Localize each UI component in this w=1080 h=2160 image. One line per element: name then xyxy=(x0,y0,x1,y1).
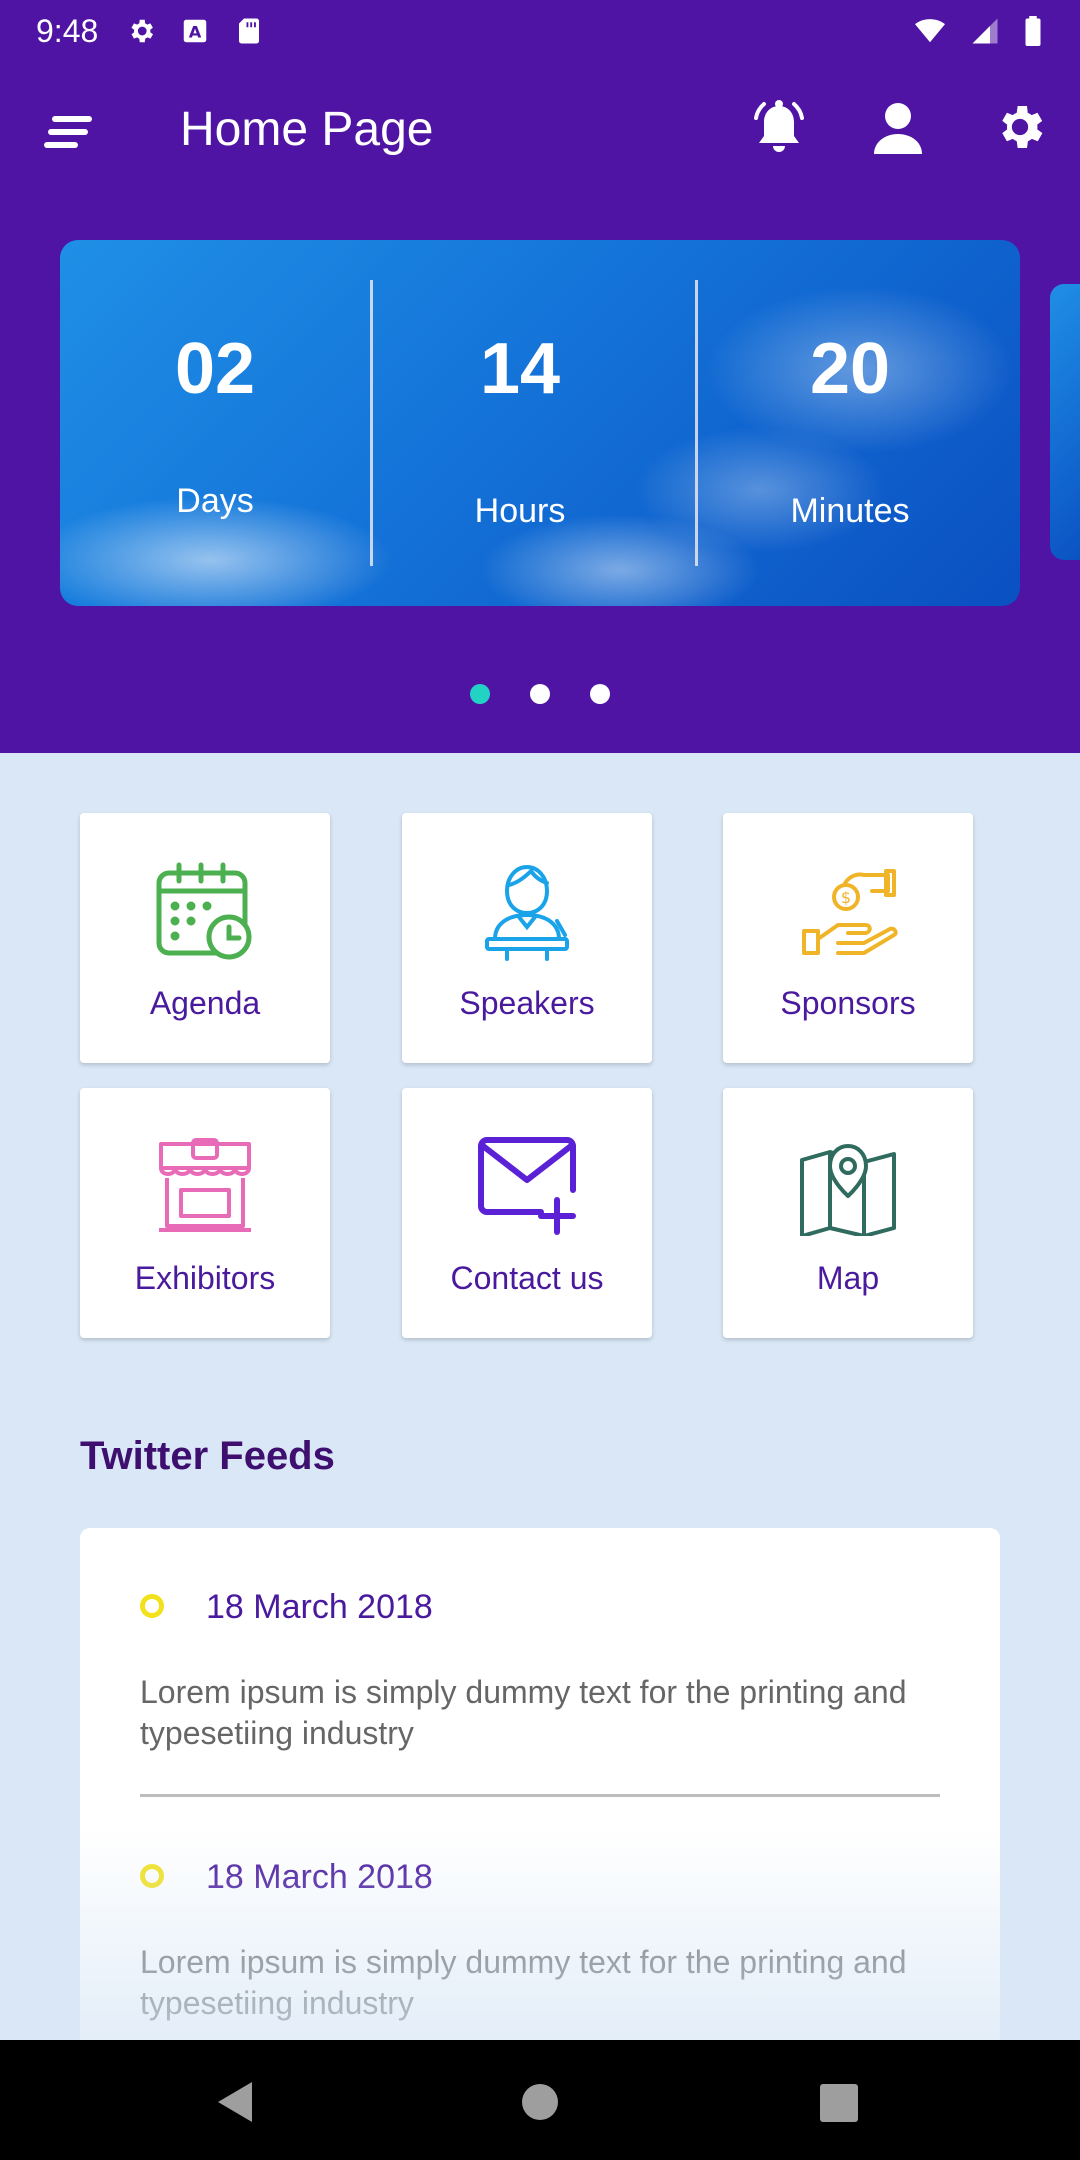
sd-card-status-icon xyxy=(239,18,260,44)
countdown-hours: 14 Hours xyxy=(385,240,655,606)
booth-icon xyxy=(159,1138,251,1232)
svg-text:$: $ xyxy=(841,888,851,907)
carousel-dot[interactable] xyxy=(590,684,610,704)
tile-label: Agenda xyxy=(149,985,261,1021)
feed-text: Lorem ipsum is simply dummy text for the… xyxy=(140,1944,907,2021)
home-icon[interactable] xyxy=(522,2084,558,2120)
menu-icon[interactable] xyxy=(44,112,96,152)
countdown-value: 02 xyxy=(174,329,256,409)
timeline-dot xyxy=(140,1864,164,1888)
svg-text:A: A xyxy=(189,22,202,41)
cell-signal-icon xyxy=(972,18,998,44)
feed-date: 18 March 2018 xyxy=(206,1588,433,1626)
settings-status-icon xyxy=(131,19,154,43)
notification-bell-icon[interactable] xyxy=(750,98,808,160)
section-title: Twitter Feeds xyxy=(80,1434,335,1478)
wifi-icon xyxy=(915,19,945,43)
countdown-days: 02 Days xyxy=(100,240,330,606)
status-time: 9:48 xyxy=(36,12,99,49)
settings-gear-icon[interactable] xyxy=(992,98,1048,156)
calendar-clock-icon xyxy=(156,862,252,960)
back-icon[interactable] xyxy=(216,2080,256,2124)
tile-speakers[interactable]: Speakers xyxy=(402,813,652,1063)
tile-sponsors[interactable]: $ Sponsors xyxy=(723,813,973,1063)
carousel-dot-active[interactable] xyxy=(470,684,490,704)
twitter-feed-card[interactable]: 18 March 2018 Lorem ipsum is simply dumm… xyxy=(80,1528,1000,2048)
tile-contact-us[interactable]: Contact us xyxy=(402,1088,652,1338)
tile-exhibitors[interactable]: Exhibitors xyxy=(80,1088,330,1338)
recent-apps-icon[interactable] xyxy=(820,2084,858,2122)
mail-plus-icon xyxy=(478,1137,576,1235)
hand-coin-icon: $ xyxy=(802,869,898,955)
countdown-divider xyxy=(370,280,373,566)
feed-item[interactable]: 18 March 2018 Lorem ipsum is simply dumm… xyxy=(80,1798,1000,2048)
carousel-indicator xyxy=(0,684,1080,704)
speaker-podium-icon xyxy=(485,864,569,961)
tile-label: Map xyxy=(816,1260,880,1296)
battery-icon xyxy=(1025,16,1041,46)
next-slide-peek[interactable] xyxy=(1050,284,1080,560)
countdown-unit: Minutes xyxy=(790,492,910,530)
status-bar: 9:48 A xyxy=(0,0,1080,62)
countdown-unit: Days xyxy=(176,482,254,520)
text-a-status-icon: A xyxy=(184,19,207,43)
tile-label: Exhibitors xyxy=(134,1260,276,1296)
map-pin-icon xyxy=(800,1144,896,1236)
tile-label: Contact us xyxy=(450,1260,604,1296)
countdown-minutes: 20 Minutes xyxy=(710,240,990,606)
countdown-unit: Hours xyxy=(474,492,566,530)
timeline-dot xyxy=(140,1594,164,1618)
tile-agenda[interactable]: Agenda xyxy=(80,813,330,1063)
countdown-card[interactable]: 02 Days 14 Hours 20 Minutes xyxy=(60,240,1020,606)
page-title: Home Page xyxy=(180,103,434,156)
tile-map[interactable]: Map xyxy=(723,1088,973,1338)
feed-item[interactable]: 18 March 2018 Lorem ipsum is simply dumm… xyxy=(80,1528,1000,1798)
system-nav-bar xyxy=(0,2040,1080,2160)
carousel-dot[interactable] xyxy=(530,684,550,704)
app-bar: Home Page xyxy=(0,62,1080,202)
countdown-value: 14 xyxy=(479,329,561,409)
feed-date: 18 March 2018 xyxy=(206,1858,433,1896)
profile-icon[interactable] xyxy=(872,100,924,156)
feed-text: Lorem ipsum is simply dummy text for the… xyxy=(140,1674,907,1751)
tile-label: Speakers xyxy=(459,985,595,1021)
countdown-divider xyxy=(695,280,698,566)
feed-divider xyxy=(140,1794,940,1797)
tile-label: Sponsors xyxy=(780,985,916,1021)
countdown-value: 20 xyxy=(809,329,891,409)
